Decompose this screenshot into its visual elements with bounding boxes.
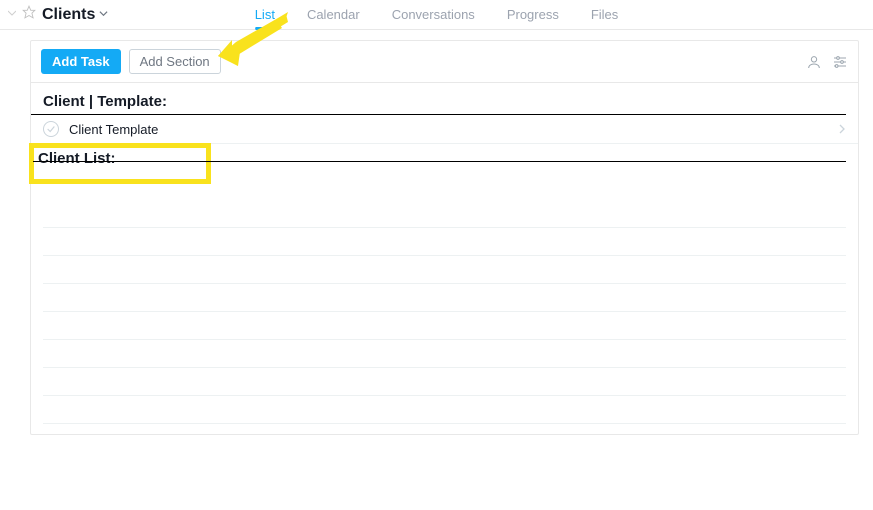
tab-files[interactable]: Files [589, 0, 620, 30]
project-title-dropdown[interactable]: Clients [42, 6, 108, 24]
add-section-button[interactable]: Add Section [129, 49, 221, 74]
empty-task-row[interactable] [43, 396, 846, 424]
tab-calendar[interactable]: Calendar [305, 0, 362, 30]
section-header-client-template[interactable]: Client | Template: [31, 87, 846, 115]
empty-task-row[interactable] [43, 256, 846, 284]
empty-task-row[interactable] [43, 200, 846, 228]
section-header-client-list[interactable]: Client List: [29, 143, 211, 184]
task-name: Client Template [69, 122, 158, 137]
view-tabs: List Calendar Conversations Progress Fil… [253, 0, 621, 30]
tab-progress[interactable]: Progress [505, 0, 561, 30]
chevron-right-icon [838, 122, 846, 137]
task-row[interactable]: Client Template [31, 115, 858, 144]
project-title: Clients [42, 6, 95, 24]
main-card: Add Task Add Section Client | Template: … [30, 40, 859, 435]
empty-task-row[interactable] [43, 368, 846, 396]
empty-task-row[interactable] [43, 340, 846, 368]
empty-task-row[interactable] [43, 284, 846, 312]
filter-icon[interactable] [832, 54, 848, 70]
chevron-down-icon [99, 9, 108, 21]
add-task-button[interactable]: Add Task [41, 49, 121, 74]
collapse-icon[interactable] [8, 9, 16, 20]
person-icon[interactable] [806, 54, 822, 70]
toolbar: Add Task Add Section [31, 41, 858, 83]
complete-checkbox[interactable] [43, 121, 59, 137]
task-list-content: Client | Template: Client Template Clien… [31, 83, 858, 434]
empty-task-row[interactable] [43, 312, 846, 340]
tab-conversations[interactable]: Conversations [390, 0, 477, 30]
tab-list[interactable]: List [253, 0, 277, 30]
empty-task-row[interactable] [43, 228, 846, 256]
star-icon[interactable] [22, 5, 36, 24]
